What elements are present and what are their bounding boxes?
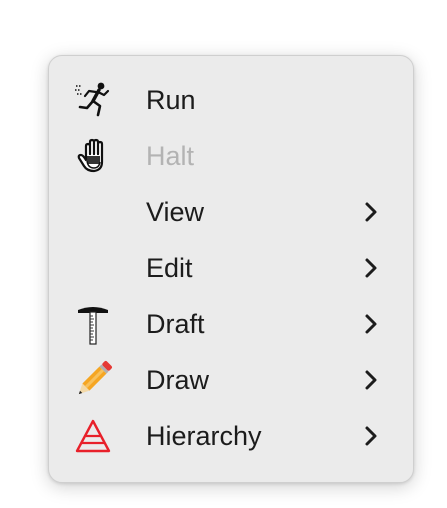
menu-item-label: Hierarchy — [146, 421, 262, 451]
pencil-icon — [71, 358, 115, 402]
menu-item-label: Run — [146, 85, 196, 115]
menu-item-halt: Halt — [49, 128, 413, 184]
chevron-right-icon — [365, 370, 377, 390]
running-man-icon — [71, 78, 115, 122]
menu-item-view[interactable]: View — [49, 184, 413, 240]
menu-item-label: Edit — [146, 253, 193, 283]
menu-item-edit[interactable]: Edit — [49, 240, 413, 296]
menu-item-hierarchy[interactable]: Hierarchy — [49, 408, 413, 464]
chevron-right-icon — [365, 426, 377, 446]
menu-item-label: Draft — [146, 309, 205, 339]
chevron-right-icon — [365, 258, 377, 278]
triangle-hierarchy-icon — [71, 414, 115, 458]
context-menu: Run Halt View Edit Draft Draw Hierarchy — [48, 55, 414, 483]
stop-hand-icon — [71, 134, 115, 178]
menu-item-draft[interactable]: Draft — [49, 296, 413, 352]
t-square-icon — [71, 302, 115, 346]
menu-item-draw[interactable]: Draw — [49, 352, 413, 408]
menu-item-label: Halt — [146, 141, 195, 171]
menu-item-label: View — [146, 197, 205, 227]
chevron-right-icon — [365, 314, 377, 334]
chevron-right-icon — [365, 202, 377, 222]
menu-item-label: Draw — [146, 365, 210, 395]
menu-item-run[interactable]: Run — [49, 72, 413, 128]
